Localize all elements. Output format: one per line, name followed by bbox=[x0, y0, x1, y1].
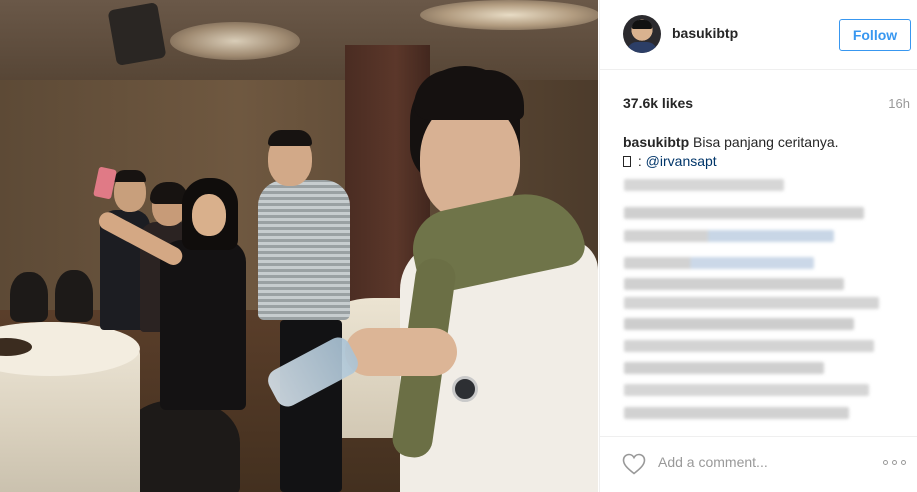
blurred-comment bbox=[624, 230, 834, 242]
blurred-comment bbox=[624, 407, 849, 419]
ceiling-light bbox=[420, 0, 598, 30]
blurred-comment bbox=[624, 340, 874, 352]
username-link[interactable]: basukibtp bbox=[672, 25, 738, 41]
chair bbox=[55, 270, 93, 322]
post-header: basukibtp Follow bbox=[600, 0, 917, 70]
blurred-comment bbox=[624, 278, 844, 290]
ceiling-light bbox=[170, 22, 300, 60]
post-time[interactable]: 16h bbox=[888, 96, 910, 111]
likes-count[interactable]: 37.6k likes bbox=[623, 95, 693, 111]
caption: basukibtp Bisa panjang ceritanya. : @irv… bbox=[623, 133, 908, 170]
comment-bar bbox=[600, 436, 917, 492]
blurred-comment bbox=[624, 384, 869, 396]
caption-mention-link[interactable]: @irvansapt bbox=[646, 153, 717, 169]
follow-button[interactable]: Follow bbox=[839, 19, 911, 51]
caption-username[interactable]: basukibtp bbox=[623, 134, 689, 150]
blurred-comment bbox=[624, 318, 854, 330]
camera-emoji-icon bbox=[623, 156, 631, 167]
post-sidebar: basukibtp Follow 37.6k likes 16h basukib… bbox=[599, 0, 917, 492]
projector bbox=[107, 2, 167, 66]
caption-credit-prefix: : bbox=[634, 153, 646, 169]
blurred-comment bbox=[624, 257, 814, 269]
post-photo[interactable] bbox=[0, 0, 598, 492]
blurred-comment bbox=[624, 362, 824, 374]
blurred-comment bbox=[624, 297, 879, 309]
chair bbox=[10, 272, 48, 322]
blurred-comment bbox=[624, 207, 864, 219]
blurred-comment bbox=[624, 179, 784, 191]
avatar[interactable] bbox=[623, 15, 661, 53]
comment-input[interactable] bbox=[658, 452, 858, 472]
more-options-icon[interactable] bbox=[883, 455, 909, 469]
heart-icon[interactable] bbox=[622, 453, 646, 475]
caption-text: Bisa panjang ceritanya. bbox=[693, 134, 839, 150]
